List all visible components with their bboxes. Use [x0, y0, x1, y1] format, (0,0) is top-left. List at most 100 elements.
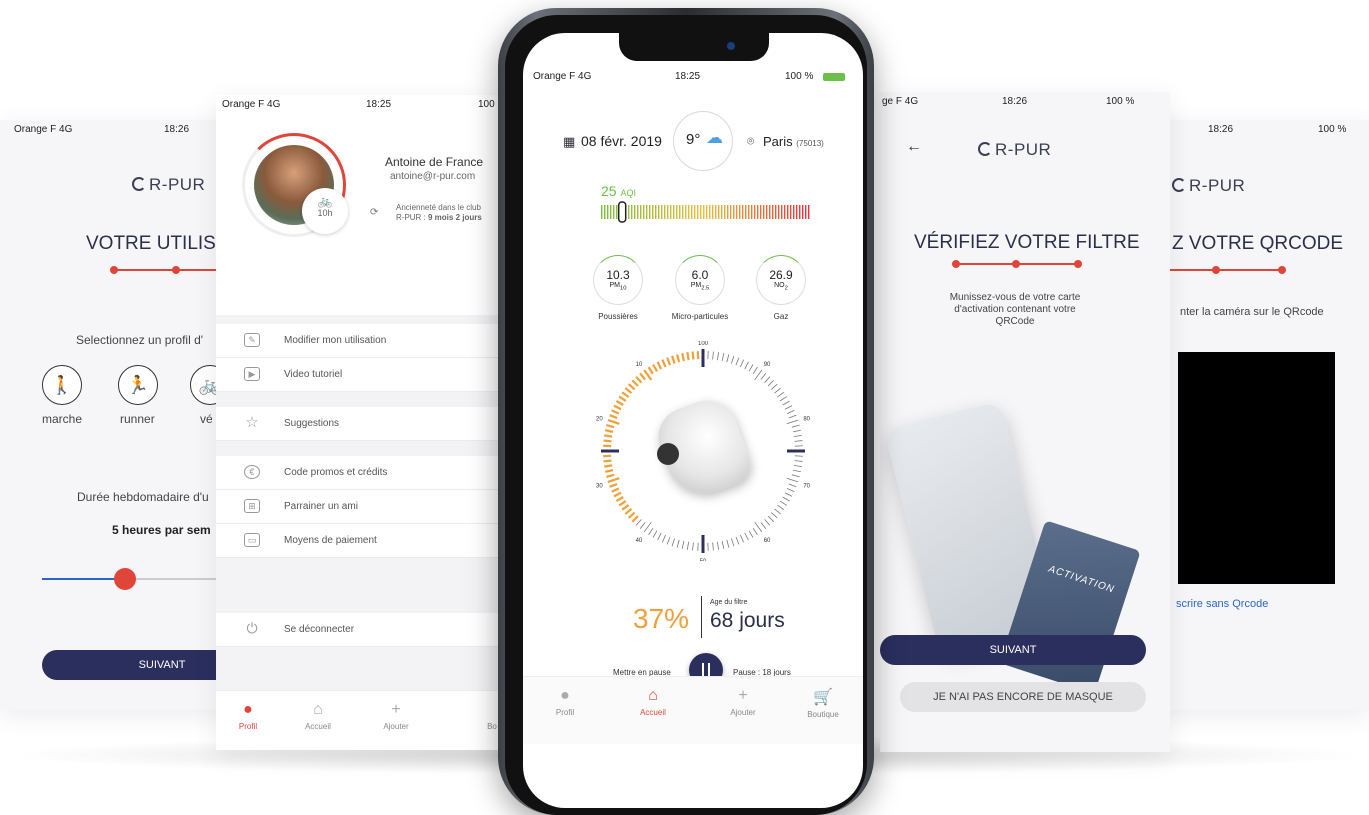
dial-tick — [652, 363, 658, 372]
tab-accueil[interactable]: ⌂ Accueil — [288, 701, 348, 731]
dial-label: 10 — [636, 362, 643, 368]
weather-badge[interactable]: 9° ☁ — [673, 111, 733, 171]
aqi-scale-tick — [781, 205, 783, 219]
location-label: Paris — [763, 134, 793, 149]
aqi-scale — [601, 201, 810, 223]
run-icon[interactable]: 🏃 — [118, 365, 158, 405]
tab-accueil[interactable]: ⌂ Accueil — [623, 687, 683, 717]
aqi-scale-tick — [688, 205, 690, 219]
aqi-scale-tick — [643, 205, 645, 219]
metric-value: 26.9 — [769, 268, 793, 282]
user-name: Antoine de France — [385, 155, 484, 169]
dial-tick — [615, 496, 624, 502]
dial-tick — [652, 530, 658, 538]
aqi-scale-tick — [670, 205, 672, 219]
dial-tick — [621, 504, 630, 511]
dial-label: 20 — [596, 416, 603, 422]
aqi-scale-tick — [778, 205, 780, 219]
euro-icon: € — [244, 465, 260, 479]
dial-tick — [788, 483, 797, 488]
camera-viewfinder[interactable] — [1178, 352, 1335, 584]
dial-tick — [788, 414, 797, 419]
profile-label-walk[interactable]: marche — [42, 412, 82, 426]
divider — [701, 596, 702, 638]
menu-item-video[interactable]: ▶ Video tutoriel — [216, 358, 506, 392]
dial-tick — [791, 474, 800, 478]
aqi-scale-tick — [655, 205, 657, 219]
metric-unit-sub: 2 — [784, 285, 788, 292]
aqi-scale-tick — [715, 205, 717, 219]
metric-unit-text: PM — [690, 282, 702, 289]
tab-boutique[interactable]: 🛒 Boutique — [793, 687, 853, 719]
tab-profil[interactable]: ● Profil — [535, 687, 595, 717]
aqi-scale-tick — [700, 205, 702, 219]
phone-bezel: Orange F 4G 18:25 100 % ▦ 08 févr. 2019 … — [505, 15, 867, 815]
aqi-scale-tick — [667, 205, 669, 219]
metric-pm25[interactable]: 6.0 PM2.5 — [675, 255, 725, 305]
brand-mark-icon — [132, 177, 146, 191]
profile-label-runner[interactable]: runner — [120, 412, 155, 426]
duration-slider[interactable] — [42, 568, 240, 590]
slider-handle[interactable] — [114, 568, 136, 590]
status-bar: Orange F 4G 18:26 — [0, 120, 240, 140]
dial-tick — [639, 522, 646, 529]
dial-label: 90 — [764, 362, 771, 368]
dial-tick — [779, 500, 788, 506]
dial-tick — [771, 383, 778, 390]
profile-label-bike[interactable]: vé — [200, 412, 213, 426]
seniority-value: 9 mois 2 jours — [428, 213, 482, 222]
menu-item-usage[interactable]: ✎ Modifier mon utilisation — [216, 324, 506, 358]
aqi-scale-tick — [703, 205, 705, 219]
stepper-dot — [952, 260, 960, 268]
plus-icon: + — [391, 701, 401, 718]
brand-name: R-PUR — [149, 175, 206, 194]
next-button[interactable]: SUIVANT — [880, 635, 1146, 665]
no-mask-button[interactable]: JE N'AI PAS ENCORE DE MASQUE — [900, 682, 1146, 712]
clock-label: 18:26 — [1208, 124, 1234, 135]
camera-instructions: nter la caméra sur le QRcode — [1180, 306, 1324, 318]
dial-tick — [716, 352, 720, 361]
metric-no2[interactable]: 26.9 NO2 — [756, 255, 806, 305]
menu-item-promo[interactable]: € Code promos et crédits — [216, 456, 506, 490]
tab-ajouter[interactable]: + Ajouter — [366, 701, 426, 731]
aqi-scale-tick — [775, 205, 777, 219]
aqi-scale-tick — [610, 205, 612, 219]
dial-tick — [794, 460, 803, 462]
status-bar: 18:26 100 % — [1150, 120, 1369, 140]
tab-label: Profil — [555, 708, 575, 717]
tab-ajouter[interactable]: + Ajouter — [713, 687, 773, 717]
menu-item-suggestions[interactable]: ☆ Suggestions — [216, 407, 506, 441]
aqi-scale-tick — [664, 205, 666, 219]
dial-tick — [607, 419, 620, 425]
seniority-prefix: R-PUR : — [396, 213, 428, 222]
dial-tick — [782, 496, 790, 502]
back-arrow-icon[interactable]: ← — [906, 138, 922, 156]
walk-icon[interactable]: 🚶 — [42, 365, 82, 405]
card-icon: ▭ — [244, 533, 260, 547]
dial-tick — [792, 429, 801, 433]
metric-caption: Micro-particules — [671, 312, 729, 321]
menu-item-logout[interactable]: ⏻ Se déconnecter — [216, 613, 506, 647]
dial-tick — [615, 400, 624, 406]
dial-tick — [760, 373, 767, 380]
dial-tick — [621, 391, 630, 398]
dial-tick — [648, 527, 654, 536]
filter-percent: 37% — [633, 603, 690, 634]
menu-item-payment[interactable]: ▭ Moyens de paiement — [216, 524, 506, 558]
metric-pm10[interactable]: 10.3 PM10 — [593, 255, 643, 305]
menu-item-referral[interactable]: ⊞ Parrainer un ami — [216, 490, 506, 524]
carrier-label: Orange F 4G — [14, 124, 73, 135]
menu-label: Se déconnecter — [284, 624, 355, 635]
next-button[interactable]: SUIVANT — [42, 650, 240, 680]
location-block[interactable]: Paris (75013) — [763, 134, 824, 149]
stepper-dot — [1074, 260, 1082, 268]
dial-label: 100 — [698, 341, 709, 347]
clock-label: 18:26 — [164, 124, 190, 135]
aqi-scale-tick — [724, 205, 726, 219]
aqi-scale-tick — [649, 205, 651, 219]
register-without-qrcode-link[interactable]: scrire sans Qrcode — [1176, 598, 1268, 610]
dial-tick — [671, 538, 675, 547]
tab-profil[interactable]: ● Profil — [218, 701, 278, 731]
brand-mark-icon — [1172, 178, 1186, 192]
dial-tick — [606, 424, 615, 429]
